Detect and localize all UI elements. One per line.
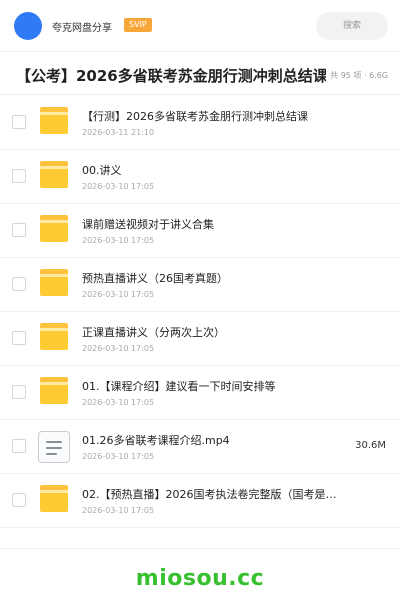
folder-icon (38, 485, 70, 517)
select-checkbox[interactable] (12, 385, 26, 399)
app-name: 夸克网盘分享 (52, 23, 112, 34)
folder-row[interactable]: 02.【预热直播】2026国考执法卷完整版（国考是… 2026-03-10 17:… (0, 474, 400, 528)
folder-row[interactable]: 00.讲义 2026-03-10 17:05 (0, 150, 400, 204)
folder-row[interactable]: 预热直播讲义（26国考真题） 2026-03-10 17:05 (0, 258, 400, 312)
folder-icon (38, 107, 70, 139)
folder-icon (38, 161, 70, 193)
item-name[interactable]: 01.【课程介绍】建议看一下时间安排等 (82, 378, 342, 394)
item-name[interactable]: 01.26多省联考课程介绍.mp4 (82, 432, 342, 448)
item-date: 2026-03-11 21:10 (82, 128, 155, 137)
item-date: 2026-03-10 17:05 (82, 506, 155, 515)
folder-icon (38, 377, 70, 409)
select-checkbox[interactable] (12, 115, 26, 129)
avatar[interactable] (14, 12, 42, 40)
item-name[interactable]: 02.【预热直播】2026国考执法卷完整版（国考是… (82, 486, 342, 502)
file-row[interactable]: 01.26多省联考课程介绍.mp4 2026-03-10 17:05 30.6M (0, 420, 400, 474)
select-checkbox[interactable] (12, 223, 26, 237)
folder-icon (38, 323, 70, 355)
item-date: 2026-03-10 17:05 (82, 236, 155, 245)
item-date: 2026-03-10 17:05 (82, 182, 155, 191)
folder-row[interactable]: 课前赠送视频对于讲义合集 2026-03-10 17:05 (0, 204, 400, 258)
header-bar: 夸克网盘分享 SVIP 搜索 (0, 0, 400, 52)
page-title: 【公考】2026多省联考苏金朋行测冲刺总结课 (16, 67, 326, 85)
item-name[interactable]: 预热直播讲义（26国考真题） (82, 270, 342, 286)
item-date: 2026-03-10 17:05 (82, 398, 155, 407)
item-name[interactable]: 课前赠送视频对于讲义合集 (82, 216, 342, 232)
file-list: 【行测】2026多省联考苏金朋行测冲刺总结课 2026-03-11 21:10 00… (0, 96, 400, 528)
select-checkbox[interactable] (12, 331, 26, 345)
select-checkbox[interactable] (12, 169, 26, 183)
select-checkbox[interactable] (12, 493, 26, 507)
folder-title-bar: 【公考】2026多省联考苏金朋行测冲刺总结课 共 95 项 · 6.6G (0, 53, 400, 95)
watermark: miosou.cc (135, 566, 265, 591)
folder-icon (38, 269, 70, 301)
select-checkbox[interactable] (12, 277, 26, 291)
folder-row[interactable]: 正课直播讲义（分两次上次） 2026-03-10 17:05 (0, 312, 400, 366)
item-date: 2026-03-10 17:05 (82, 452, 155, 461)
item-size: 30.6M (355, 440, 386, 451)
select-checkbox[interactable] (12, 439, 26, 453)
folder-meta: 共 95 项 · 6.6G (330, 71, 388, 80)
folder-row[interactable]: 【行测】2026多省联考苏金朋行测冲刺总结课 2026-03-11 21:10 (0, 96, 400, 150)
item-name[interactable]: 00.讲义 (82, 162, 342, 178)
svip-badge: SVIP (124, 18, 152, 32)
search-button[interactable]: 搜索 (316, 12, 388, 40)
item-name[interactable]: 正课直播讲义（分两次上次） (82, 324, 342, 340)
item-date: 2026-03-10 17:05 (82, 344, 155, 353)
item-date: 2026-03-10 17:05 (82, 290, 155, 299)
document-icon (38, 431, 70, 463)
folder-icon (38, 215, 70, 247)
item-name[interactable]: 【行测】2026多省联考苏金朋行测冲刺总结课 (82, 108, 342, 124)
folder-row[interactable]: 01.【课程介绍】建议看一下时间安排等 2026-03-10 17:05 (0, 366, 400, 420)
